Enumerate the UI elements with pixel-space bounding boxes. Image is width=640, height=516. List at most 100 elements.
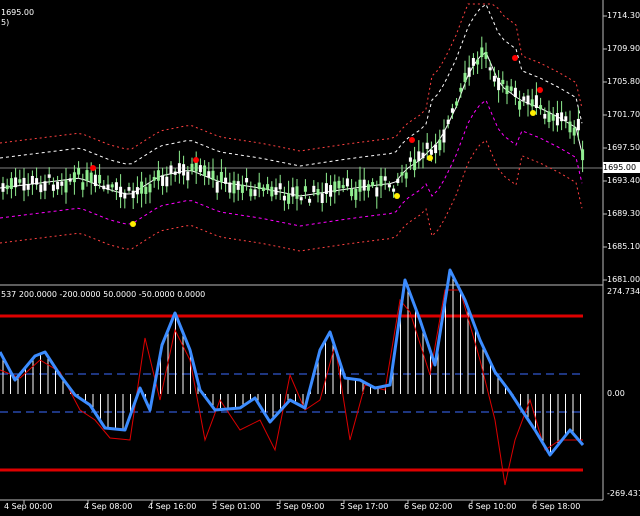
candle-body [232, 180, 236, 194]
candle-body [186, 171, 190, 181]
candle-body [425, 142, 429, 149]
candle-body [417, 151, 421, 162]
candle-body [396, 178, 400, 184]
candle-body [345, 178, 349, 187]
candle-body [379, 175, 383, 187]
candle-body [135, 187, 139, 195]
candle-body [308, 198, 312, 203]
candle-body [152, 176, 156, 181]
candle-body [81, 182, 85, 190]
candle-body [497, 77, 501, 91]
candle-body [110, 184, 114, 188]
candle-body [488, 67, 492, 71]
y-tick-label: 1705.80 [607, 77, 640, 86]
candle-body [198, 165, 202, 173]
candle-body [173, 171, 177, 175]
candle-body [400, 172, 404, 176]
candle-body [551, 114, 555, 121]
candle-body [509, 86, 513, 91]
candle-body [261, 187, 265, 192]
x-tick-label: 4 Sep 16:00 [148, 502, 197, 511]
candle-body [316, 189, 320, 196]
candle-body [350, 188, 354, 197]
candle-body [211, 170, 215, 181]
candle-body [434, 144, 438, 154]
candle-body [560, 112, 564, 122]
candle-body [387, 184, 391, 188]
candle-body [93, 174, 97, 187]
candle-body [131, 190, 135, 199]
candle-body [148, 183, 152, 193]
candle-body [207, 171, 211, 178]
chart-canvas[interactable] [0, 0, 640, 516]
candle-body [270, 186, 274, 197]
candle-body [555, 113, 559, 126]
indicator-header: 537 200.0000 -200.0000 50.0000 -50.0000 … [1, 290, 206, 299]
lower-outer-band [0, 139, 583, 252]
candle-body [30, 175, 34, 185]
candle-body [240, 184, 244, 193]
candle-body [144, 186, 148, 194]
candle-body [14, 177, 18, 188]
candle-body [161, 175, 165, 186]
candle-body [249, 188, 253, 197]
candle-body [476, 59, 480, 65]
candle-body [480, 47, 484, 58]
x-tick-label: 6 Sep 10:00 [468, 502, 517, 511]
candle-body [375, 187, 379, 197]
candle-body [333, 181, 337, 193]
signal-dot [530, 110, 536, 116]
candle-body [383, 176, 387, 181]
signal-line [0, 289, 583, 486]
candle-body [354, 188, 358, 200]
candle-body [85, 170, 89, 182]
candle-body [337, 180, 341, 189]
candle-body [224, 177, 228, 184]
y-tick-label: 1689.30 [607, 209, 640, 218]
candle-body [295, 186, 299, 199]
candle-body [421, 152, 425, 159]
x-tick-label: 4 Sep 00:00 [4, 502, 53, 511]
candle-body [291, 187, 295, 197]
candle-body [287, 193, 291, 204]
signal-dot [512, 55, 518, 61]
candle-body [9, 178, 13, 189]
price-header-value: 1695.00 [1, 8, 35, 17]
candle-body [467, 67, 471, 77]
x-tick-label: 6 Sep 02:00 [404, 502, 453, 511]
current-price-label: 1695.00 [603, 162, 640, 173]
candle-body [43, 181, 47, 191]
candle-body [282, 195, 286, 201]
indicator-y-tick-label: 274.734 [607, 287, 640, 296]
candle-body [459, 87, 463, 92]
candle-body [98, 174, 102, 184]
candle-body [505, 85, 509, 95]
candle-body [329, 185, 333, 197]
signal-dot [537, 87, 543, 93]
candle-body [530, 99, 534, 107]
candle-body [471, 58, 475, 66]
candle-body [576, 118, 580, 131]
candle-body [156, 170, 160, 181]
y-tick-label: 1714.30 [607, 11, 640, 20]
x-tick-label: 5 Sep 17:00 [340, 502, 389, 511]
candle-body [228, 182, 232, 193]
candle-body [513, 87, 517, 98]
candle-body [253, 189, 257, 196]
candle-body [114, 182, 118, 191]
candle-body [102, 185, 106, 190]
envelope-bands [0, 3, 583, 252]
candle-body [526, 95, 530, 105]
indicator-histogram [2, 276, 581, 455]
candle-body [274, 187, 278, 195]
y-tick-label: 1685.10 [607, 242, 640, 251]
candle-body [484, 51, 488, 59]
indicator-lines [0, 268, 585, 486]
candle-body [190, 163, 194, 171]
signal-dot [90, 165, 96, 171]
signal-dot [130, 221, 136, 227]
candle-body [106, 184, 110, 190]
candle-body [429, 149, 433, 155]
candle-body [64, 180, 68, 193]
candle-body [1, 183, 5, 192]
